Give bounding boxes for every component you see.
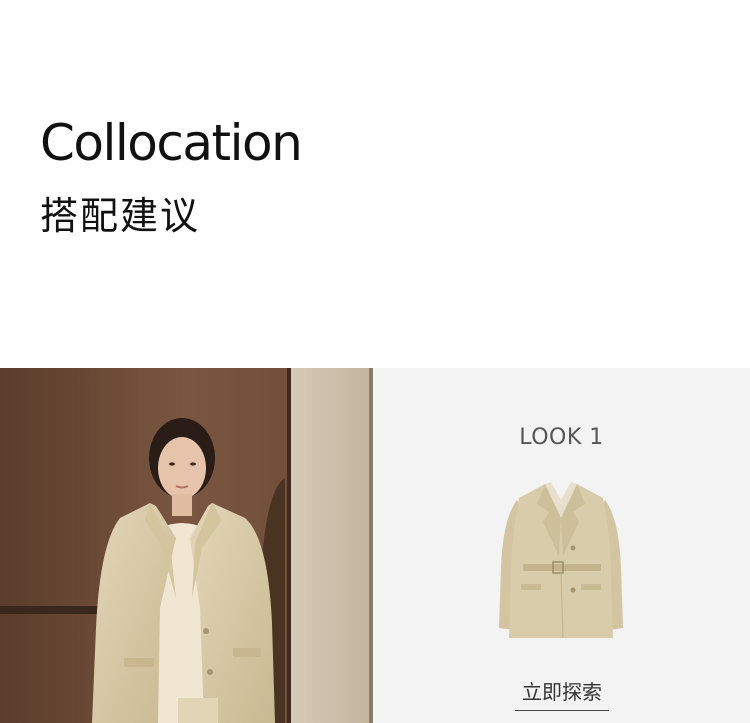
look-label: LOOK 1 xyxy=(519,425,604,450)
collocation-header: Collocation 搭配建议 xyxy=(0,0,750,368)
model-photo xyxy=(0,368,373,723)
blazer-icon xyxy=(499,482,623,639)
section-title-zh: 搭配建议 xyxy=(40,194,201,238)
model-photo-image xyxy=(0,368,373,723)
explore-now-link[interactable]: 立即探索 xyxy=(515,676,609,711)
section-title-en: Collocation xyxy=(40,114,303,172)
blazer-product-image[interactable] xyxy=(493,478,629,646)
look-panel: LOOK 1 立即探索 xyxy=(373,368,750,723)
